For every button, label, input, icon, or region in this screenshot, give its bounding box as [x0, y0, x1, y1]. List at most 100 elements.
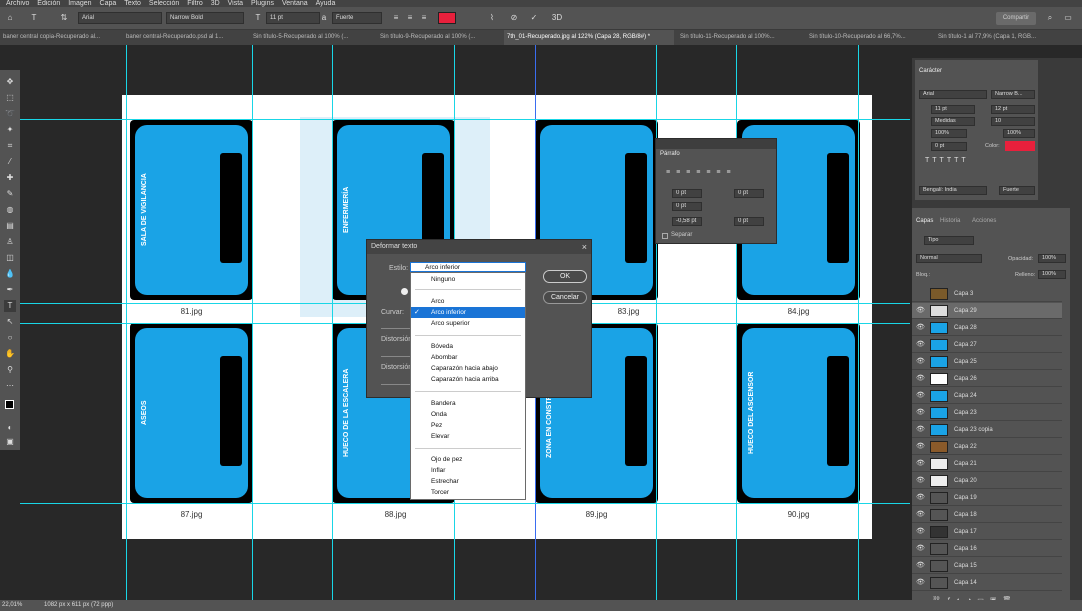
align-right-icon[interactable]: ≡ — [418, 12, 430, 24]
hand-tool-icon[interactable]: ✋ — [4, 348, 16, 360]
layer-row[interactable]: 👁 Capa 16 — [912, 541, 1062, 557]
crop-tool-icon[interactable]: ⌗ — [4, 140, 16, 152]
path-select-icon[interactable]: ↖ — [4, 316, 16, 328]
tab-doc-6[interactable]: Sin título-11-Recuperado al 100%... — [677, 30, 803, 45]
tab-doc-7[interactable]: Sin título-10-Recuperado al 66,7%... — [806, 30, 932, 45]
layer-row[interactable]: 👁 Capa 25 — [912, 354, 1062, 370]
eye-icon[interactable]: 👁 — [916, 324, 925, 332]
style-option-inflar[interactable]: Inflar — [411, 465, 525, 476]
antialias-select[interactable]: Fuerte — [332, 12, 382, 24]
style-option-caparazon-arriba[interactable]: Caparazón hacia arriba — [411, 374, 525, 385]
zoom-tool-icon[interactable]: ⚲ — [4, 364, 16, 376]
font-size-select[interactable]: 11 pt — [266, 12, 320, 24]
layer-row[interactable]: 👁 Capa 27 — [912, 337, 1062, 353]
orientation-icon[interactable]: ⇅ — [58, 12, 70, 24]
layer-row[interactable]: Capa 3 — [912, 286, 1062, 302]
menu-vista[interactable]: Vista — [228, 0, 243, 7]
menu-ventana[interactable]: Ventana — [282, 0, 308, 7]
style-option-arco-inferior[interactable]: Arco inferior — [411, 307, 525, 318]
font-style-field[interactable]: Narrow B... — [991, 90, 1035, 99]
space-after-field[interactable]: 0 pt — [734, 217, 764, 226]
tab-acciones[interactable]: Acciones — [972, 218, 996, 224]
curve-slider[interactable] — [381, 328, 411, 329]
lasso-tool-icon[interactable]: ➰ — [4, 108, 16, 120]
menu-filtro[interactable]: Filtro — [187, 0, 203, 7]
quick-mask-icon[interactable]: ◐ — [4, 422, 16, 434]
screen-mode-icon[interactable]: ▣ — [4, 436, 16, 448]
layer-row[interactable]: 👁 Capa 17 — [912, 524, 1062, 540]
marquee-tool-icon[interactable]: ⬚ — [4, 92, 16, 104]
blend-mode-select[interactable]: Normal — [916, 254, 982, 263]
pen-tool-icon[interactable]: ✒ — [4, 284, 16, 296]
layer-row[interactable]: 👁 Capa 23 copia — [912, 422, 1062, 438]
menu-plugins[interactable]: Plugins — [251, 0, 274, 7]
brush-tool-icon[interactable]: ✎ — [4, 188, 16, 200]
close-icon[interactable]: × — [582, 242, 587, 252]
stamp-tool-icon[interactable]: ♙ — [4, 236, 16, 248]
tab-doc-2[interactable]: baner central-Recuperado.psd al 1... — [123, 30, 247, 45]
hdistortion-slider[interactable] — [381, 356, 411, 357]
warp-text-icon[interactable]: ⌇ — [486, 12, 498, 24]
share-button[interactable]: Compartir — [996, 12, 1036, 25]
card-81[interactable]: SALA DE VIGILANCIA — [130, 120, 253, 300]
style-option-elevar[interactable]: Elevar — [411, 431, 525, 442]
indent-right-field[interactable]: 0 pt — [734, 189, 764, 198]
layer-row[interactable]: 👁 Capa 15 — [912, 558, 1062, 574]
eye-icon[interactable]: 👁 — [916, 392, 925, 400]
style-option-arco[interactable]: Arco — [411, 296, 525, 307]
layer-row[interactable]: 👁 Capa 23 — [912, 405, 1062, 421]
menu-capa[interactable]: Capa — [100, 0, 117, 7]
text-tool-icon[interactable]: T — [28, 12, 40, 24]
tracking-field[interactable]: 10 — [991, 117, 1035, 126]
cancel-button[interactable]: Cancelar — [543, 291, 587, 304]
layer-row-selected[interactable]: 👁 Capa 29 — [912, 303, 1062, 319]
text-color-swatch[interactable] — [438, 12, 456, 24]
eraser-tool-icon[interactable]: ◫ — [4, 252, 16, 264]
eye-icon[interactable]: 👁 — [916, 375, 925, 383]
character-color-swatch[interactable] — [1005, 141, 1035, 151]
layer-row[interactable]: 👁 Capa 18 — [912, 507, 1062, 523]
more-tools-icon[interactable]: ⋯ — [4, 380, 16, 392]
eye-icon[interactable]: 👁 — [916, 528, 925, 536]
menu-seleccion[interactable]: Selección — [149, 0, 179, 7]
vertical-scale-field[interactable]: 100% — [931, 129, 967, 138]
menu-ayuda[interactable]: Ayuda — [316, 0, 336, 7]
shape-tool-icon[interactable]: ○ — [4, 332, 16, 344]
style-option-arco-superior[interactable]: Arco superior — [411, 318, 525, 329]
style-option-caparazon-abajo[interactable]: Caparazón hacia abajo — [411, 363, 525, 374]
visibility-icon[interactable] — [916, 290, 924, 298]
ok-button[interactable]: OK — [543, 270, 587, 283]
horizontal-scale-field[interactable]: 100% — [1003, 129, 1035, 138]
align-left-icon[interactable]: ≡ — [390, 12, 402, 24]
eye-icon[interactable]: 👁 — [916, 409, 925, 417]
type-tool-icon[interactable]: T — [4, 300, 16, 312]
style-option-bandera[interactable]: Bandera — [411, 398, 525, 409]
eye-icon[interactable]: 👁 — [916, 545, 925, 553]
eyedropper-icon[interactable]: ⁄ — [4, 156, 16, 168]
hyphenate-checkbox[interactable] — [662, 233, 668, 239]
3d-icon[interactable]: 3D — [550, 12, 564, 24]
eye-icon[interactable]: 👁 — [916, 494, 925, 502]
antialias-field[interactable]: Fuerte — [999, 186, 1035, 195]
style-option-pez[interactable]: Pez — [411, 420, 525, 431]
eye-icon[interactable]: 👁 — [916, 341, 925, 349]
horizontal-radio[interactable] — [401, 288, 408, 295]
search-icon[interactable]: ⌕ — [1044, 12, 1056, 24]
eye-icon[interactable]: 👁 — [916, 511, 925, 519]
menu-edicion[interactable]: Edición — [37, 0, 60, 7]
leading-field[interactable]: 12 pt — [991, 105, 1035, 114]
layer-row[interactable]: 👁 Capa 26 — [912, 371, 1062, 387]
tab-doc-active[interactable]: 7th_01-Recuperado.jpg al 122% (Capa 28, … — [504, 30, 674, 45]
style-option-abombar[interactable]: Abombar — [411, 352, 525, 363]
menu-archivo[interactable]: Archivo — [6, 0, 29, 7]
font-family-field[interactable]: Arial — [919, 90, 987, 99]
eye-icon[interactable]: 👁 — [916, 477, 925, 485]
eye-icon[interactable]: 👁 — [916, 562, 925, 570]
faux-style-icons[interactable]: TTTTTT — [925, 157, 969, 164]
kerning-field[interactable]: Medidas — [931, 117, 975, 126]
healing-brush-icon[interactable]: ✚ — [4, 172, 16, 184]
eye-icon[interactable]: 👁 — [916, 579, 925, 587]
card-87[interactable]: ASEOS — [130, 323, 253, 503]
align-center-icon[interactable]: ≡ — [404, 12, 416, 24]
commit-icon[interactable]: ✓ — [528, 12, 540, 24]
